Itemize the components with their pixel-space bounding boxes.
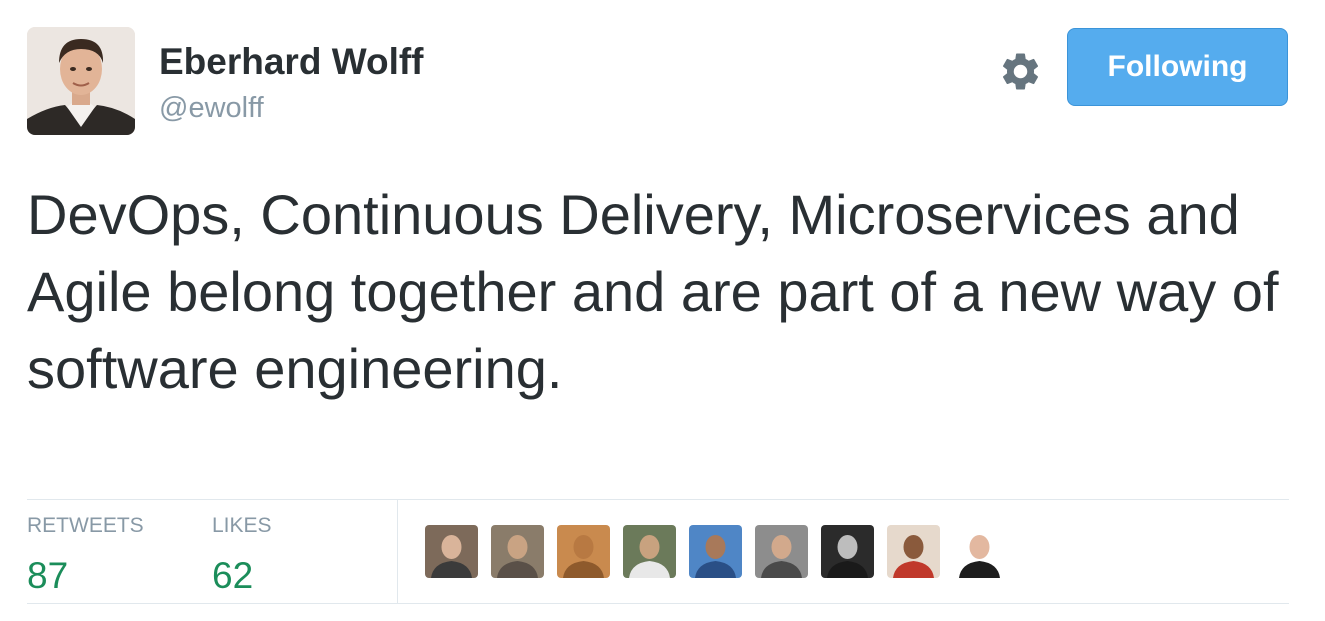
likes-stat[interactable]: LIKES 62	[212, 514, 272, 596]
liker-avatar[interactable]	[425, 525, 478, 578]
liker-avatar[interactable]	[821, 525, 874, 578]
stats-bottom-divider	[27, 603, 1289, 604]
liker-avatar[interactable]	[887, 525, 940, 578]
liker-avatar[interactable]	[557, 525, 610, 578]
user-handle[interactable]: @ewolff	[159, 92, 264, 125]
stats-separator	[397, 500, 398, 603]
retweets-stat[interactable]: RETWEETS 87	[27, 514, 144, 596]
following-button[interactable]: Following	[1067, 28, 1288, 106]
liker-avatar[interactable]	[491, 525, 544, 578]
likes-label: LIKES	[212, 514, 272, 537]
likes-count: 62	[212, 555, 254, 596]
user-avatar-image	[27, 27, 135, 135]
liker-avatar[interactable]	[953, 525, 1006, 578]
liker-avatar[interactable]	[755, 525, 808, 578]
stats-top-divider	[27, 499, 1289, 500]
liker-avatars	[425, 525, 1006, 578]
tweet-text: DevOps, Continuous Delivery, Microservic…	[27, 183, 1279, 400]
user-avatar[interactable]	[27, 27, 135, 135]
user-name[interactable]: Eberhard Wolff	[159, 41, 424, 83]
gear-icon[interactable]	[998, 49, 1043, 94]
liker-avatar[interactable]	[689, 525, 742, 578]
retweets-count: 87	[27, 555, 69, 596]
retweets-label: RETWEETS	[27, 514, 144, 537]
liker-avatar[interactable]	[623, 525, 676, 578]
